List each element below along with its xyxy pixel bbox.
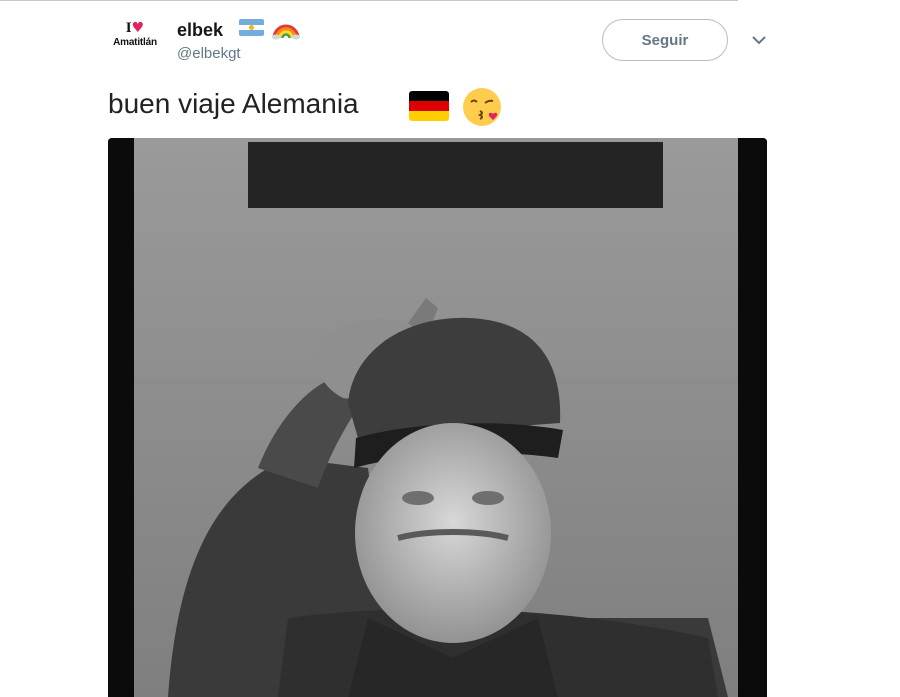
avatar[interactable]: I♥ Amatitlán (106, 20, 164, 64)
username[interactable]: @elbekgt (177, 45, 241, 62)
chevron-down-icon[interactable] (751, 34, 767, 46)
tweet-media-gif[interactable] (108, 138, 767, 697)
heart-icon: ♥ (131, 20, 145, 36)
top-divider (0, 0, 738, 1)
rainbow-icon (272, 24, 300, 40)
flag-germany-icon (409, 91, 449, 121)
follow-button[interactable]: Seguir (602, 19, 728, 61)
display-name[interactable]: elbek (177, 20, 223, 41)
media-photo (108, 138, 767, 697)
avatar-town: Amatitlán (113, 37, 157, 48)
tweet-text: buen viaje Alemania (108, 88, 359, 119)
face-blowing-kiss-icon (463, 88, 501, 126)
flag-argentina-icon (239, 19, 264, 36)
